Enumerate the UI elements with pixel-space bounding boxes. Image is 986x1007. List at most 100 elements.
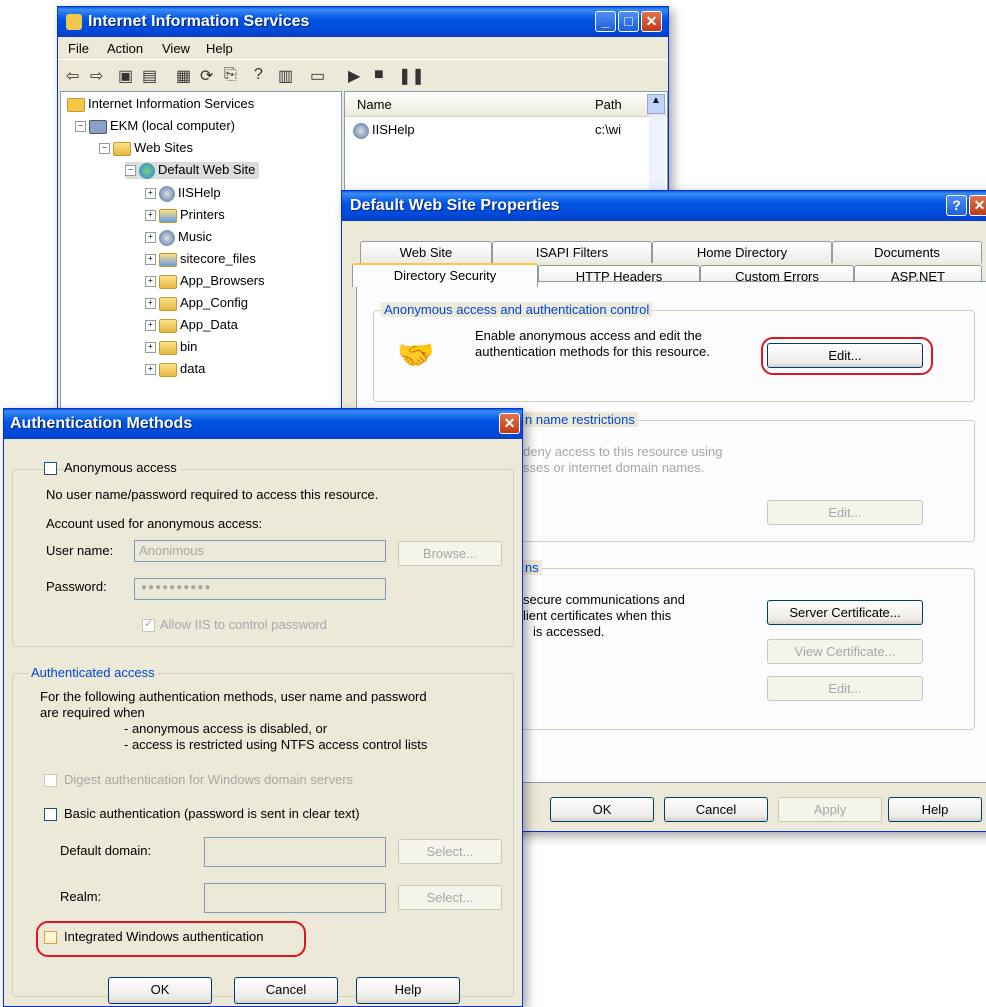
auth-desc-line1: For the following authentication methods… bbox=[40, 689, 427, 704]
show-tree-icon[interactable]: ▤ bbox=[142, 66, 157, 86]
ip-restrictions-label: n name restrictions bbox=[522, 412, 638, 427]
tree-root[interactable]: Internet Information Services bbox=[67, 96, 254, 112]
integrated-windows-label: Integrated Windows authentication bbox=[64, 929, 264, 944]
column-path[interactable]: Path bbox=[595, 97, 622, 112]
anonymous-access-label: Anonymous access bbox=[64, 460, 181, 475]
tree-computer[interactable]: − EKM (local computer) bbox=[75, 118, 235, 134]
handshake-icon: 🤝 bbox=[397, 339, 435, 372]
forward-icon[interactable]: ⇨ bbox=[90, 66, 103, 86]
tree-item[interactable]: + IISHelp bbox=[145, 185, 221, 202]
list-row[interactable]: IISHelp bbox=[353, 122, 415, 139]
close-button[interactable]: ✕ bbox=[969, 195, 986, 216]
tree-item[interactable]: + data bbox=[145, 361, 205, 377]
tree-default-site[interactable]: − Default Web Site bbox=[125, 162, 260, 179]
tree-item[interactable]: + App_Config bbox=[145, 295, 248, 311]
menu-action[interactable]: Action bbox=[107, 41, 143, 56]
column-name[interactable]: Name bbox=[357, 97, 392, 112]
tab-web-site[interactable]: Web Site bbox=[360, 241, 492, 263]
allow-iis-checkbox[interactable]: ✓ bbox=[142, 618, 155, 632]
tree-item[interactable]: + Printers bbox=[145, 207, 225, 223]
folder-icon bbox=[113, 141, 131, 156]
refresh-icon[interactable]: ⟳ bbox=[200, 66, 213, 86]
menu-file[interactable]: File bbox=[68, 41, 89, 56]
edit-ip-button[interactable]: Edit... bbox=[767, 500, 923, 525]
properties-title: Default Web Site Properties bbox=[350, 197, 560, 214]
auth-desc-line4: - access is restricted using NTFS access… bbox=[124, 737, 428, 752]
anon-desc-line2: authentication methods for this resource… bbox=[475, 344, 710, 359]
help-icon[interactable]: ? bbox=[254, 66, 263, 84]
back-icon[interactable]: ⇦ bbox=[66, 66, 79, 86]
properties-icon[interactable]: ▦ bbox=[176, 66, 191, 86]
folder-icon bbox=[159, 362, 177, 377]
scroll-up-button[interactable]: ▲ bbox=[647, 94, 665, 114]
view-certificate-button[interactable]: View Certificate... bbox=[767, 639, 923, 664]
maximize-button[interactable]: □ bbox=[618, 11, 639, 32]
props-ok-button[interactable]: OK bbox=[550, 797, 654, 822]
menu-help[interactable]: Help bbox=[206, 41, 233, 56]
default-domain-select-button[interactable]: Select... bbox=[398, 839, 502, 864]
allow-iis-label: Allow IIS to control password bbox=[160, 617, 327, 632]
tree-item[interactable]: + Music bbox=[145, 229, 212, 246]
tree-item[interactable]: + bin bbox=[145, 339, 197, 355]
integrated-windows-checkbox[interactable] bbox=[44, 931, 57, 944]
auth-desc-line3: - anonymous access is disabled, or bbox=[124, 721, 328, 736]
pause-icon[interactable]: ❚❚ bbox=[398, 66, 425, 86]
tree-view[interactable]: Internet Information Services − EKM (loca… bbox=[60, 91, 342, 433]
authenticated-access-label: Authenticated access bbox=[28, 665, 158, 680]
server-certificate-button[interactable]: Server Certificate... bbox=[767, 600, 923, 625]
account-used-text: Account used for anonymous access: bbox=[46, 516, 263, 531]
tab-directory-security[interactable]: Directory Security bbox=[352, 263, 538, 287]
user-name-field[interactable]: Anonimous bbox=[134, 540, 386, 562]
digest-label: Digest authentication for Windows domain… bbox=[64, 772, 354, 787]
realm-field[interactable] bbox=[204, 883, 386, 913]
no-user-text: No user name/password required to access… bbox=[46, 487, 379, 502]
realm-select-button[interactable]: Select... bbox=[398, 885, 502, 910]
up-folder-icon[interactable]: ▣ bbox=[118, 66, 133, 86]
tab-documents[interactable]: Documents bbox=[832, 241, 982, 263]
close-button[interactable]: ✕ bbox=[499, 413, 520, 434]
auth-cancel-button[interactable]: Cancel bbox=[234, 977, 338, 1004]
digest-checkbox[interactable] bbox=[44, 774, 57, 787]
auth-titlebar[interactable]: Authentication Methods ✕ bbox=[4, 409, 522, 439]
tab-home-directory[interactable]: Home Directory bbox=[652, 241, 832, 263]
list-row-path: c:\wi bbox=[595, 122, 621, 137]
password-field[interactable]: ●●●●●●●●●● bbox=[134, 578, 386, 600]
menu-view[interactable]: View bbox=[162, 41, 190, 56]
tab-isapi-filters[interactable]: ISAPI Filters bbox=[492, 241, 652, 263]
computer-icon[interactable]: ▭ bbox=[310, 66, 325, 86]
properties-titlebar[interactable]: Default Web Site Properties ? ✕ bbox=[342, 191, 986, 221]
props-help-button[interactable]: Help bbox=[888, 797, 982, 822]
iis-titlebar[interactable]: Internet Information Services _ □ ✕ bbox=[58, 7, 668, 37]
tree-item[interactable]: + App_Browsers bbox=[145, 273, 265, 289]
auth-ok-button[interactable]: OK bbox=[108, 977, 212, 1004]
minimize-button[interactable]: _ bbox=[595, 11, 616, 32]
default-domain-field[interactable] bbox=[204, 837, 386, 867]
sec-desc-line2: lient certificates when this bbox=[523, 608, 672, 623]
computer-icon bbox=[89, 119, 107, 134]
folder-icon bbox=[159, 340, 177, 355]
export-icon[interactable]: ⎘ bbox=[224, 66, 237, 84]
auth-help-button[interactable]: Help bbox=[356, 977, 460, 1004]
help-button[interactable]: ? bbox=[946, 195, 967, 216]
props-apply-button[interactable]: Apply bbox=[778, 797, 882, 822]
stop-icon[interactable]: ■ bbox=[374, 66, 384, 84]
iis-icon bbox=[67, 97, 85, 112]
browse-button[interactable]: Browse... bbox=[398, 541, 502, 566]
web-folder-icon bbox=[159, 185, 175, 202]
menu-bar: File Action View Help bbox=[58, 37, 668, 59]
anonymous-access-checkbox[interactable] bbox=[44, 462, 57, 475]
edit-secure-button[interactable]: Edit... bbox=[767, 676, 923, 701]
close-button[interactable]: ✕ bbox=[641, 11, 662, 32]
tree-web-sites[interactable]: − Web Sites bbox=[99, 140, 193, 156]
tree-item[interactable]: + App_Data bbox=[145, 317, 238, 333]
folder-icon bbox=[159, 318, 177, 333]
tree-item[interactable]: + sitecore_files bbox=[145, 251, 256, 267]
props-cancel-button[interactable]: Cancel bbox=[664, 797, 768, 822]
console-icon[interactable]: ▥ bbox=[278, 66, 293, 86]
play-icon[interactable]: ▶ bbox=[348, 66, 360, 86]
basic-auth-label: Basic authentication (password is sent i… bbox=[64, 806, 360, 821]
edit-anon-button[interactable]: Edit... bbox=[767, 343, 923, 368]
basic-auth-checkbox[interactable] bbox=[44, 808, 57, 821]
list-header: Name Path ▲ bbox=[345, 92, 667, 117]
sec-desc-line3: is accessed. bbox=[533, 624, 605, 639]
